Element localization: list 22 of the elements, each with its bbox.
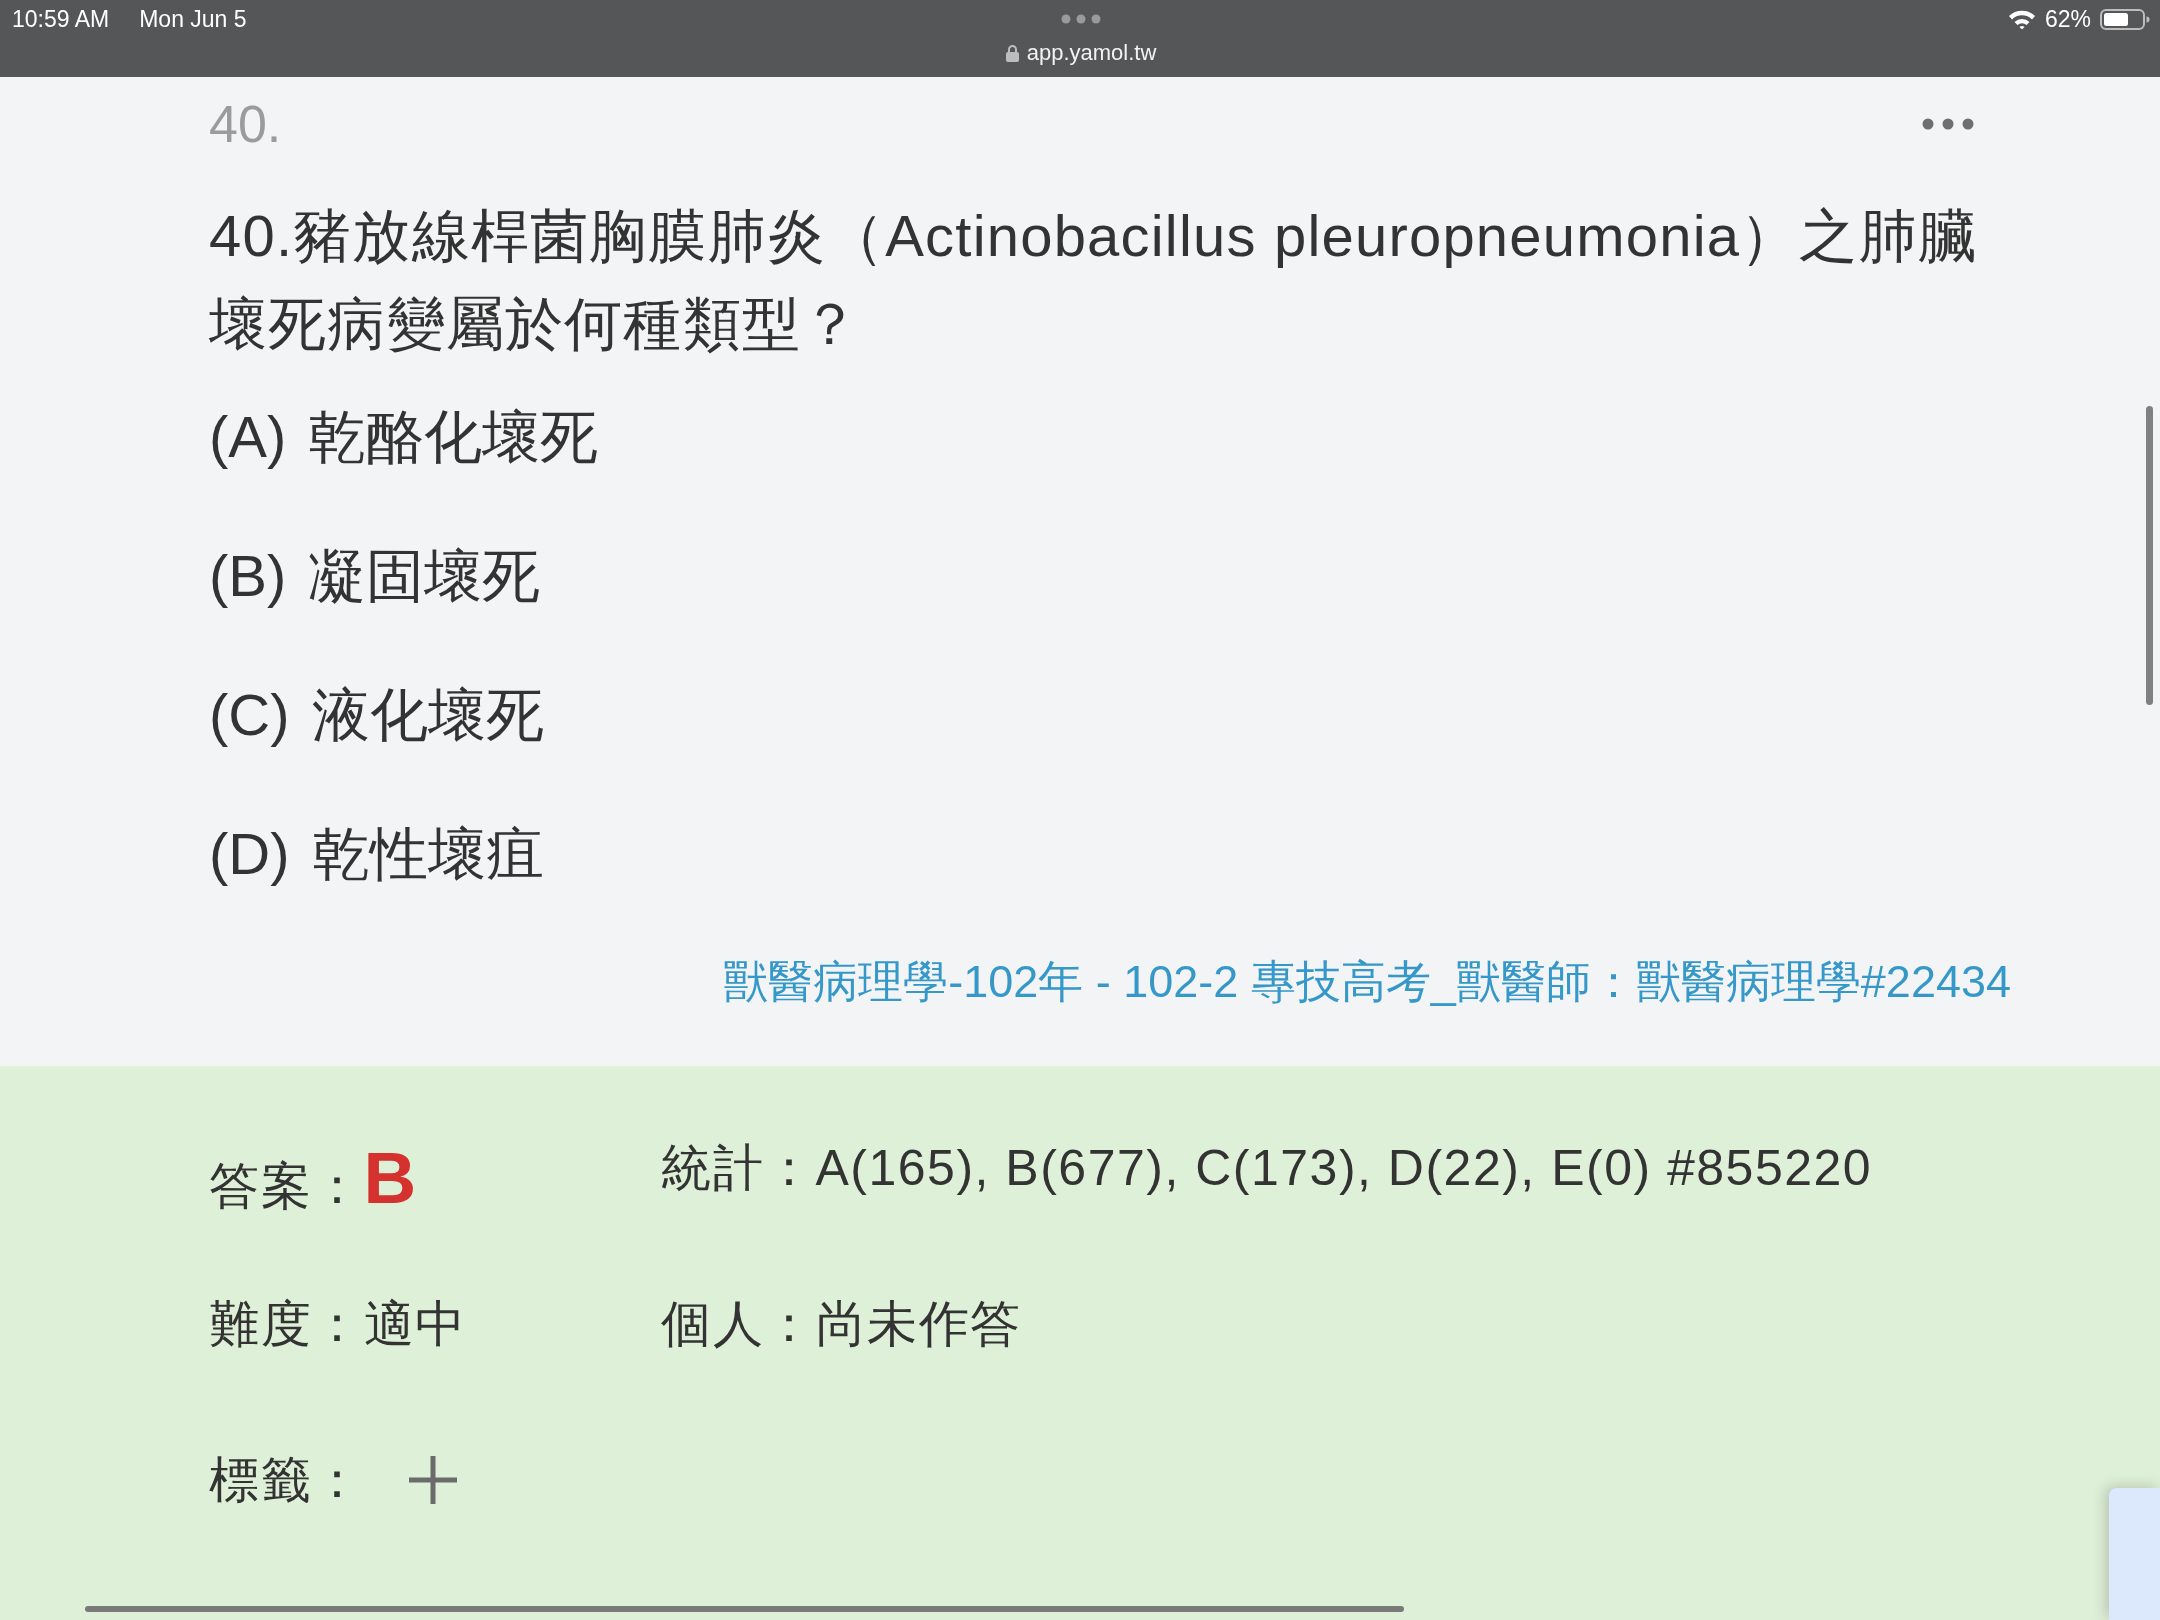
answer-option[interactable]: (B) 凝固壞死: [209, 536, 541, 616]
question-number: 40.: [209, 94, 282, 155]
tags-label: 標籤：: [209, 1451, 364, 1510]
personal-status-text: 個人：尚未作答: [661, 1295, 1022, 1354]
answer-option[interactable]: (A) 乾酪化壞死: [209, 397, 599, 477]
difficulty-text: 難度：適中: [209, 1295, 467, 1354]
answer-label: 答案：: [209, 1157, 364, 1216]
status-time: 10:59 AM: [12, 5, 110, 33]
more-icon[interactable]: [1922, 118, 1974, 130]
battery-percentage: 62%: [2044, 5, 2091, 33]
answer-option[interactable]: (C) 液化壞死: [209, 675, 544, 755]
statistics-text: 統計：A(165), B(677), C(173), D(22), E(0) #855220: [661, 1139, 1873, 1198]
battery-icon: [2100, 9, 2150, 30]
wifi-icon: [2007, 9, 2036, 29]
dots-icon[interactable]: [1061, 14, 1101, 24]
answer-option[interactable]: (D) 乾性壞疽: [209, 814, 544, 894]
url-text[interactable]: app.yamol.tw: [1026, 40, 1157, 66]
lock-icon: [1005, 44, 1019, 62]
answer-letter: B: [363, 1136, 417, 1220]
plus-icon[interactable]: [408, 1456, 457, 1504]
status-date: Mon Jun 5: [139, 5, 247, 33]
question-text: 40.豬放線桿菌胸膜肺炎（Actinobacillus pleuropneumonia）之肺臟壞死病變屬於何種類型？: [209, 202, 1978, 358]
